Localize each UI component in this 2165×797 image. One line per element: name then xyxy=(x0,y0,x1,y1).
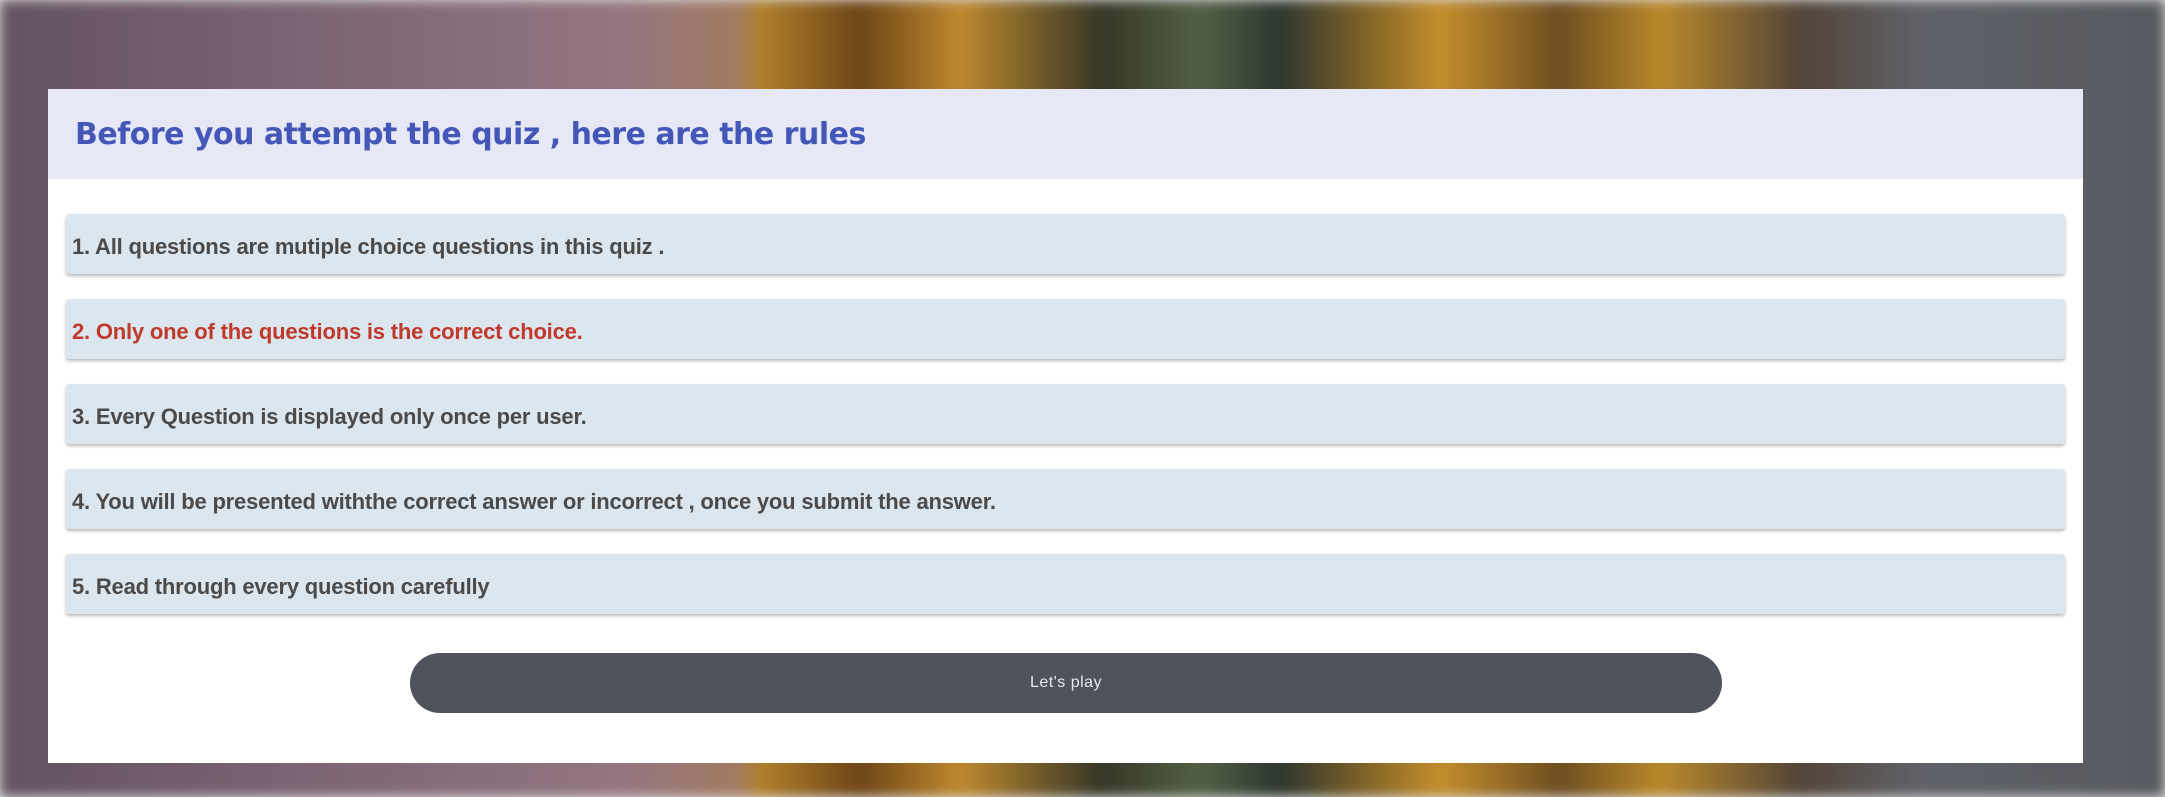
rules-list: 1. All questions are mutiple choice ques… xyxy=(48,89,2083,639)
rule-item-1: 1. All questions are mutiple choice ques… xyxy=(66,214,2065,274)
lets-play-button[interactable]: Let's play xyxy=(410,653,1722,713)
rule-text: 2. Only one of the questions is the corr… xyxy=(72,319,583,344)
rule-item-4: 4. You will be presented withthe correct… xyxy=(66,469,2065,529)
rule-text: 3. Every Question is displayed only once… xyxy=(72,404,587,429)
rules-dialog: Before you attempt the quiz , here are t… xyxy=(48,89,2083,763)
rule-item-2: 2. Only one of the questions is the corr… xyxy=(66,299,2065,359)
rule-item-5: 5. Read through every question carefully xyxy=(66,554,2065,614)
rule-text: 1. All questions are mutiple choice ques… xyxy=(72,234,665,259)
rule-text: 4. You will be presented withthe correct… xyxy=(72,489,996,514)
rule-text: 5. Read through every question carefully xyxy=(72,574,490,599)
rule-item-3: 3. Every Question is displayed only once… xyxy=(66,384,2065,444)
lets-play-label: Let's play xyxy=(1029,674,1103,691)
